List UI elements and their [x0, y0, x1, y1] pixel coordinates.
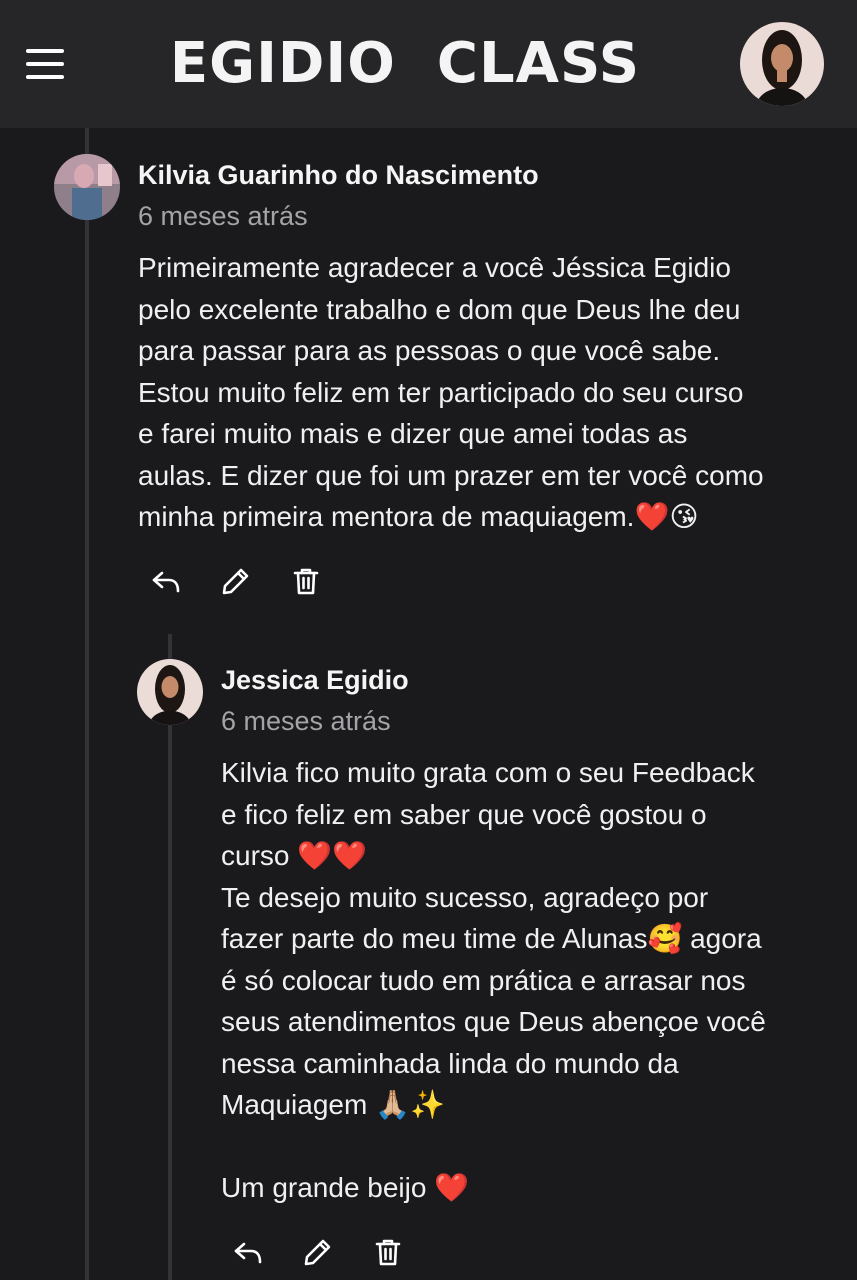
app-logo[interactable]: EGIDIO CLASS — [150, 28, 660, 100]
user-avatar[interactable] — [740, 22, 824, 106]
comment-timestamp: 6 meses atrás — [138, 201, 308, 231]
trash-icon[interactable] — [371, 1235, 405, 1269]
top-header: EGIDIO CLASS — [0, 0, 857, 128]
reply-timestamp: 6 meses atrás — [221, 706, 391, 736]
pencil-icon[interactable] — [301, 1235, 335, 1269]
hamburger-menu-icon[interactable] — [26, 47, 66, 81]
thread-line — [85, 128, 89, 1280]
reply-icon[interactable] — [149, 564, 183, 598]
comment-text: Primeiramente agradecer a você Jéssica E… — [138, 252, 764, 532]
pencil-icon[interactable] — [219, 564, 253, 598]
comment-actions — [149, 564, 323, 598]
comment-author: Kilvia Guarinho do Nascimento — [138, 160, 539, 190]
reply-text: Kilvia fico muito grata com o seu Feedba… — [221, 757, 766, 1203]
reply-author: Jessica Egidio — [221, 665, 409, 695]
comment-avatar[interactable] — [54, 154, 120, 220]
reply-thread-line — [168, 634, 172, 1280]
reply-icon[interactable] — [231, 1235, 265, 1269]
reply-actions — [231, 1235, 405, 1269]
reply-avatar[interactable] — [137, 659, 203, 725]
trash-icon[interactable] — [289, 564, 323, 598]
